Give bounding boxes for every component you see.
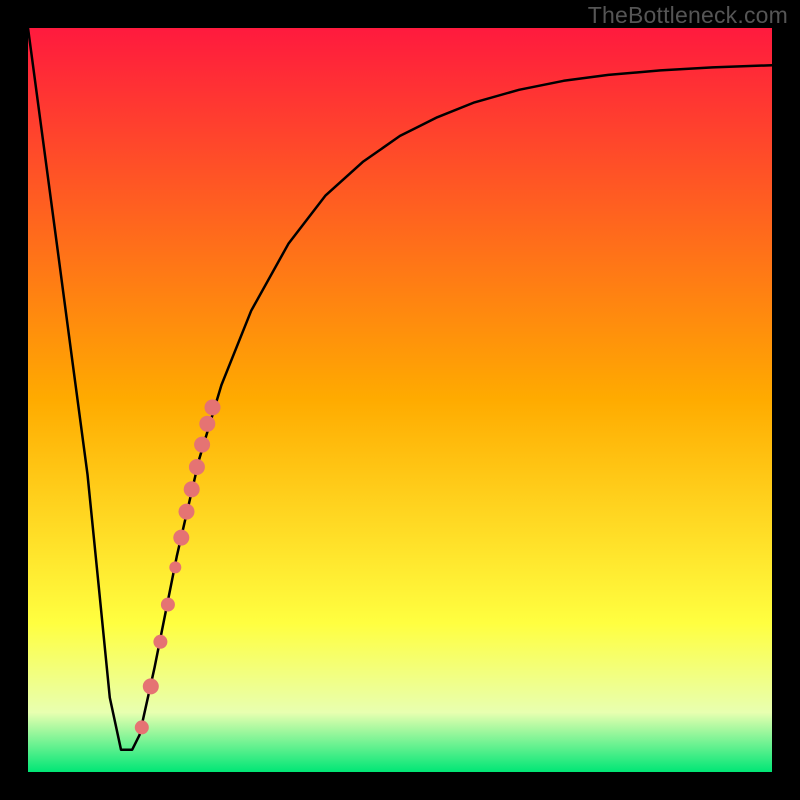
highlight-point bbox=[161, 598, 175, 612]
watermark-text: TheBottleneck.com bbox=[588, 2, 788, 29]
highlight-point bbox=[153, 635, 167, 649]
highlight-point bbox=[184, 481, 200, 497]
highlight-point bbox=[189, 459, 205, 475]
highlight-point bbox=[169, 561, 181, 573]
highlight-point bbox=[173, 530, 189, 546]
highlight-point bbox=[143, 678, 159, 694]
bottleneck-chart bbox=[0, 0, 800, 800]
highlight-point bbox=[179, 504, 195, 520]
highlight-point bbox=[194, 437, 210, 453]
plot-area bbox=[28, 28, 772, 772]
highlight-point bbox=[199, 416, 215, 432]
chart-container: TheBottleneck.com bbox=[0, 0, 800, 800]
highlight-point bbox=[135, 720, 149, 734]
highlight-point bbox=[205, 399, 221, 415]
